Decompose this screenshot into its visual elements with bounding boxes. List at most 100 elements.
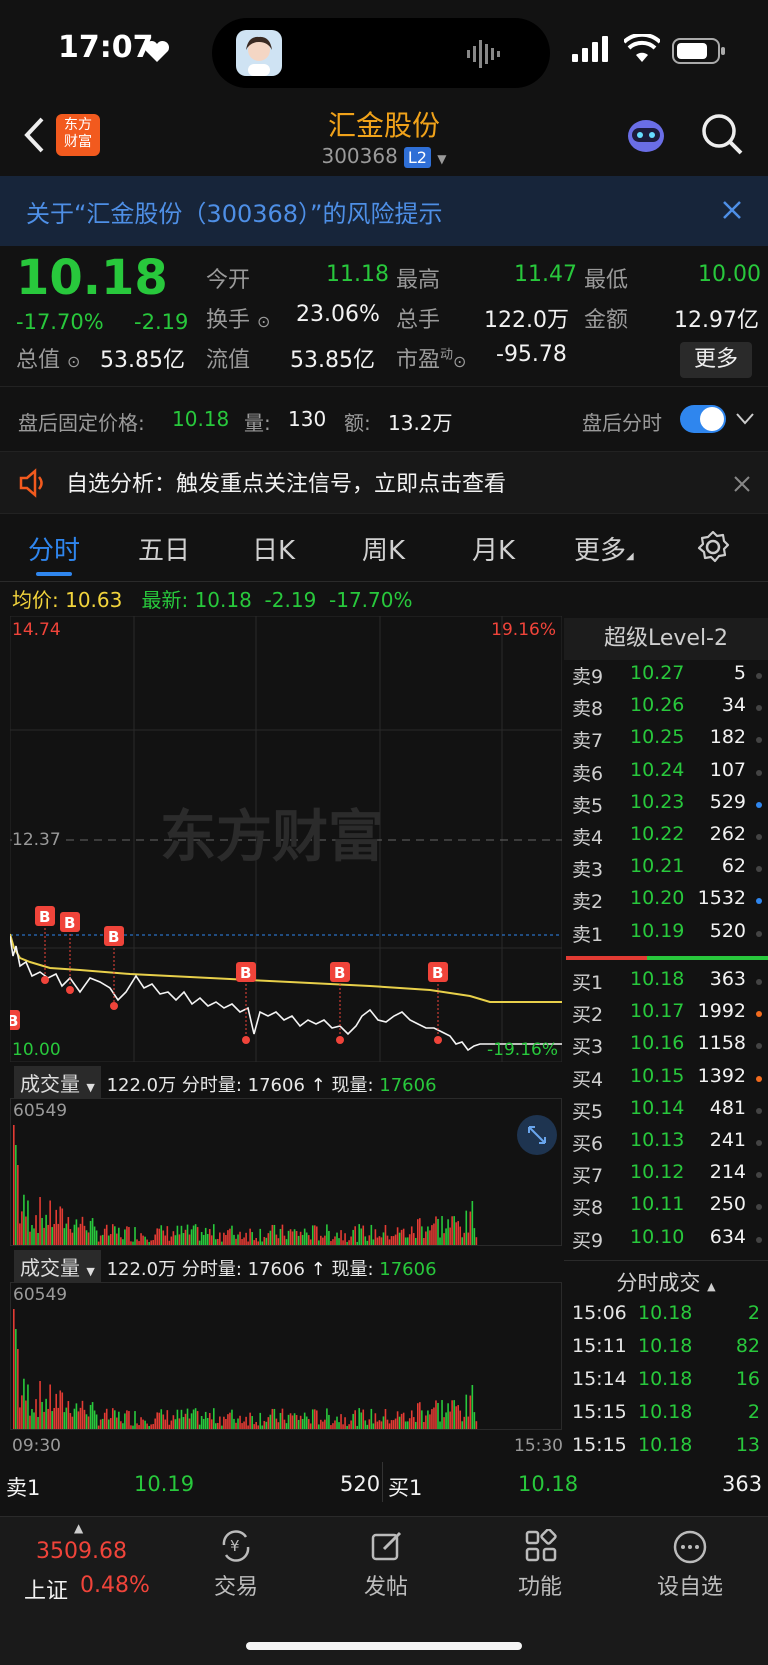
volume-bar [419, 1402, 421, 1429]
avg-info-line: 均价: 10.63 最新: 10.18 -2.19 -17.70% [12, 584, 413, 613]
volume-bar [273, 1224, 276, 1245]
volume-bar [55, 1393, 58, 1429]
volume-chart-2[interactable]: 60549 [10, 1282, 562, 1430]
close-icon[interactable] [734, 476, 750, 492]
ask-volume: 5 [733, 662, 746, 684]
risk-banner[interactable]: 关于“汇金股份（300368）”的风险提示 [0, 176, 768, 246]
up-arrow: ↑ [310, 1259, 326, 1280]
volume-bar [320, 1235, 322, 1245]
settings-icon[interactable] [696, 530, 730, 564]
bid-row[interactable]: 买2 10.17 1992 [564, 1000, 768, 1032]
tab-weekly-k[interactable]: 周K [362, 530, 405, 567]
volume-bar [53, 1223, 55, 1245]
volume-bar [235, 1422, 237, 1429]
volume-bar [316, 1226, 318, 1245]
volume-bar [318, 1424, 320, 1429]
level2-title[interactable]: 超级Level-2 [564, 618, 768, 660]
order-dot [756, 801, 762, 808]
volume-indicator-select-2[interactable]: 成交量 ▼ [14, 1250, 101, 1283]
bid-row[interactable]: 买8 10.11 250 [564, 1193, 768, 1225]
tab-five-day[interactable]: 五日 [138, 530, 190, 567]
tab-post[interactable]: 发帖 [326, 1531, 446, 1601]
volume-bar [107, 1419, 110, 1429]
volume-bar [188, 1234, 191, 1245]
tab-daily-k[interactable]: 日K [252, 530, 295, 567]
svg-text:¥: ¥ [230, 1537, 240, 1555]
volume-bar [174, 1419, 177, 1429]
buy-signal-markers[interactable]: B B B B B B B [4, 906, 448, 1044]
tab-more[interactable]: 更多◢ [574, 530, 634, 567]
tab-monthly-k[interactable]: 月K [472, 530, 515, 567]
volume-bar [91, 1218, 94, 1245]
pe-label-text: 市盈 [396, 348, 441, 373]
ask-row[interactable]: 卖8 10.26 34 [564, 694, 768, 726]
bid-row[interactable]: 买6 10.13 241 [564, 1129, 768, 1161]
ask-row[interactable]: 卖7 10.25 182 [564, 726, 768, 758]
after-hours-toggle[interactable] [680, 405, 726, 433]
volume-bar [79, 1223, 82, 1245]
ask-row[interactable]: 卖2 10.20 1532 [564, 887, 768, 919]
info-icon[interactable]: ⊙ [257, 312, 270, 331]
volume-bar [170, 1236, 173, 1245]
volume-bar [49, 1384, 51, 1429]
volume-indicator-select[interactable]: 成交量 ▼ [14, 1066, 101, 1099]
ask-row[interactable]: 卖1 10.19 520 [564, 920, 768, 952]
ask-row[interactable]: 卖5 10.23 529 [564, 791, 768, 823]
analysis-banner[interactable]: 自选分析：触发重点关注信号，立即点击查看 [0, 452, 768, 514]
bid-row[interactable]: 买1 10.18 363 [564, 968, 768, 1000]
best-quote-bar: 卖1 10.19 520 买1 10.18 363 [0, 1462, 768, 1502]
tab-trade[interactable]: ¥ 交易 [176, 1530, 296, 1601]
volume-bar [408, 1234, 411, 1245]
info-icon[interactable]: ⊙ [67, 352, 80, 371]
trades-header[interactable]: 分时成交 ▲ [564, 1260, 768, 1297]
volume-bar [439, 1421, 441, 1429]
volume-bar [253, 1240, 255, 1245]
volume-bar [140, 1417, 142, 1429]
volume-bar [392, 1236, 395, 1245]
volume-bar [243, 1421, 245, 1429]
volume-chart[interactable]: 60549 [10, 1098, 562, 1246]
more-button[interactable]: 更多 [680, 342, 752, 378]
expand-button[interactable] [517, 1115, 557, 1155]
ask-row[interactable]: 卖3 10.21 62 [564, 855, 768, 887]
ask-row[interactable]: 卖4 10.22 262 [564, 823, 768, 855]
bid-row[interactable]: 买7 10.12 214 [564, 1161, 768, 1193]
volume-bar [31, 1225, 33, 1245]
volume-bar [421, 1410, 423, 1429]
volume-bar [63, 1412, 66, 1429]
volume-bar [423, 1421, 425, 1429]
search-icon[interactable] [700, 112, 744, 156]
open-label: 今开 [206, 268, 251, 293]
volume-bar [200, 1232, 203, 1245]
order-dot [756, 705, 762, 712]
volume-bar [21, 1395, 23, 1429]
intraday-chart[interactable]: 东方财富 B B B B B B B 14.74 19.16% 12.37 10… [4, 615, 563, 1063]
ask-row[interactable]: 卖6 10.24 107 [564, 759, 768, 791]
bid-row[interactable]: 买5 10.14 481 [564, 1097, 768, 1129]
tab-functions[interactable]: 功能 [480, 1529, 600, 1601]
volume-bar [473, 1412, 476, 1429]
close-icon[interactable] [722, 200, 742, 220]
volume-bar [192, 1225, 195, 1245]
volume-bar [229, 1412, 231, 1429]
bid-row[interactable]: 买4 10.15 1392 [564, 1065, 768, 1097]
volume-bar [69, 1413, 72, 1429]
tab-intraday[interactable]: 分时 [28, 530, 80, 567]
bid-row[interactable]: 买3 10.16 1158 [564, 1032, 768, 1064]
bid-row[interactable]: 买9 10.10 634 [564, 1226, 768, 1258]
robot-assistant-icon[interactable] [624, 114, 668, 156]
volume-bar [144, 1420, 146, 1429]
chevron-down-icon[interactable] [736, 413, 754, 425]
bid-label: 买1 [572, 972, 604, 994]
volume-bar [352, 1413, 354, 1429]
ask-row[interactable]: 卖9 10.27 5 [564, 662, 768, 694]
caret-icon: ◢ [626, 551, 634, 562]
volume-bar [132, 1425, 134, 1429]
volume-bar [15, 1145, 17, 1245]
tab-add-watchlist[interactable]: 设自选 [630, 1530, 750, 1601]
info-icon[interactable]: ⊙ [453, 352, 466, 371]
index-widget[interactable]: ▲ 3509.68 上证 0.48% [0, 1517, 160, 1617]
apps-grid-icon [525, 1529, 557, 1562]
buy-marker: B [108, 928, 119, 946]
tab-more-label: 更多 [574, 536, 627, 566]
